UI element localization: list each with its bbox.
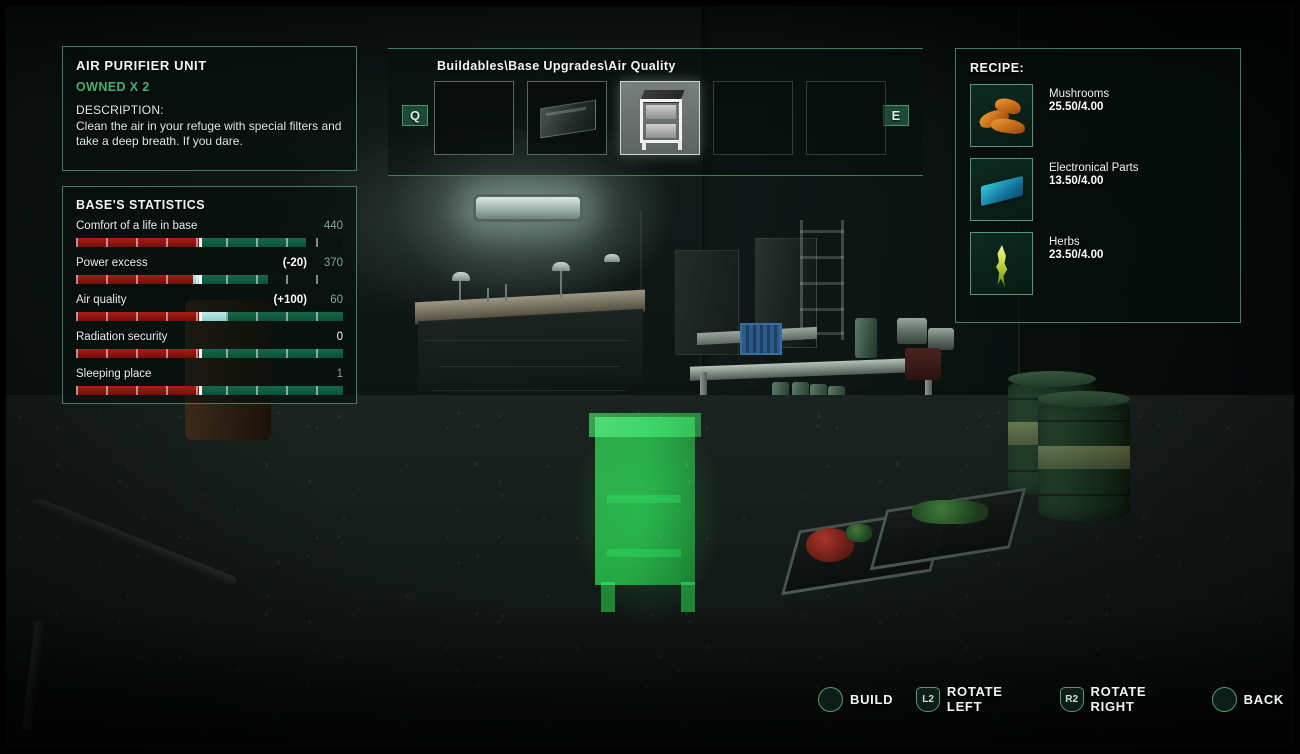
bench-detail — [440, 366, 620, 367]
breadcrumb: Buildables\Base Upgrades\Air Quality — [437, 59, 676, 73]
buildable-slot-1[interactable] — [434, 81, 514, 155]
wall-lamp — [473, 194, 583, 222]
stat-label: Air quality — [76, 294, 127, 306]
prompt-label: ROTATE RIGHT — [1090, 684, 1147, 714]
stat-row: Sleeping place 1 — [76, 368, 343, 395]
statistics-title: BASE'S STATISTICS — [76, 198, 206, 212]
stat-row: Air quality (+100) 60 — [76, 294, 343, 321]
stat-label: Radiation security — [76, 331, 168, 343]
stat-bar — [76, 312, 343, 321]
base-statistics-panel: BASE'S STATISTICS Comfort of a life in b… — [62, 186, 357, 404]
buildables-bar: Buildables\Base Upgrades\Air Quality Q E — [388, 48, 923, 176]
stat-bar — [76, 386, 343, 395]
recipe-title: RECIPE: — [970, 61, 1025, 75]
cooking-pot — [897, 318, 927, 344]
stat-value: 0 — [336, 331, 343, 343]
stat-value: 60 — [330, 294, 343, 306]
stat-row: Comfort of a life in base 440 — [76, 220, 343, 247]
bench-detail — [425, 340, 630, 341]
prompt-rotate-left[interactable]: L2 ROTATE LEFT — [916, 684, 1037, 714]
shoulder-button-icon: L2 — [916, 686, 940, 712]
ingredient-amount: 25.50/4.00 — [1049, 101, 1104, 113]
description-text: Clean the air in your refuge with specia… — [76, 119, 342, 148]
ingredient-name: Electronical Parts — [1049, 162, 1139, 174]
ingredient-list: Mushrooms 25.50/4.00 Electronical Parts 13.… — [970, 84, 1226, 295]
ingredient-name: Mushrooms — [1049, 88, 1110, 100]
desk-lamp — [552, 262, 570, 271]
next-category-key[interactable]: E — [883, 105, 909, 126]
buildable-slot-3[interactable] — [620, 81, 700, 155]
buildable-slot-2[interactable] — [527, 81, 607, 155]
stat-delta: (+100) — [273, 294, 307, 306]
ingredient-name: Herbs — [1049, 236, 1080, 248]
game-screen: AIR PURIFIER UNIT OWNED X 2 DESCRIPTION:… — [0, 0, 1300, 754]
prompt-label: BUILD — [850, 691, 894, 707]
barrel — [1038, 391, 1130, 522]
mushrooms-icon — [970, 84, 1033, 147]
buildable-slot-5[interactable] — [806, 81, 886, 155]
prev-category-key[interactable]: Q — [402, 105, 428, 126]
buildable-slot-4[interactable] — [713, 81, 793, 155]
tool-stand — [505, 284, 507, 302]
stat-value: 370 — [323, 257, 343, 269]
foreground-railing — [0, 500, 260, 730]
blue-crate — [740, 323, 782, 355]
bench-detail — [432, 390, 627, 391]
stat-value: 1 — [336, 368, 343, 380]
stat-row: Radiation security 0 — [76, 331, 343, 358]
desk-lamp-arm — [459, 278, 461, 300]
buildable-slots — [434, 81, 886, 155]
stat-row: Power excess (-20) 370 — [76, 257, 343, 284]
placement-hologram — [571, 403, 725, 623]
red-pot — [905, 348, 941, 380]
stat-label: Sleeping place — [76, 368, 152, 380]
circle-button-icon — [1211, 686, 1237, 712]
stat-bar — [76, 349, 343, 358]
ingredient-row: Electronical Parts 13.50/4.00 — [970, 158, 1226, 221]
recipe-panel: RECIPE: Mushrooms 25.50/4.00 Electronical … — [955, 48, 1241, 323]
prompt-rotate-right[interactable]: R2 ROTATE RIGHT — [1059, 684, 1189, 714]
cooking-pot — [928, 328, 954, 350]
jerry-can — [855, 318, 877, 358]
ladder — [800, 220, 844, 340]
ingredient-amount: 23.50/4.00 — [1049, 249, 1104, 261]
ingredient-row: Herbs 23.50/4.00 — [970, 232, 1226, 295]
stat-delta: (-20) — [282, 257, 307, 269]
stat-label: Comfort of a life in base — [76, 220, 198, 232]
tool-stand — [487, 288, 489, 302]
desk-lamp — [604, 254, 620, 262]
prompt-label: ROTATE LEFT — [946, 684, 1003, 714]
item-owned-count: OWNED X 2 — [76, 80, 150, 94]
ingredient-amount: 13.50/4.00 — [1049, 175, 1104, 187]
desk-lamp-arm — [560, 268, 562, 298]
circle-button-icon — [818, 686, 843, 712]
stat-bar — [76, 238, 343, 247]
prompt-build[interactable]: BUILD — [818, 686, 894, 712]
stat-value: 440 — [323, 220, 343, 232]
prompt-back[interactable]: BACK — [1211, 686, 1284, 712]
stat-label: Power excess — [76, 257, 148, 269]
ingredient-row: Mushrooms 25.50/4.00 — [970, 84, 1226, 147]
electronical-parts-icon — [970, 158, 1033, 221]
generator-icon — [540, 99, 596, 139]
stat-bar — [76, 275, 343, 284]
item-info-panel: AIR PURIFIER UNIT OWNED X 2 DESCRIPTION:… — [62, 46, 357, 171]
item-title: AIR PURIFIER UNIT — [76, 58, 207, 73]
green-plant — [912, 500, 988, 524]
button-prompts: BUILD L2 ROTATE LEFT R2 ROTATE RIGHT BACK — [818, 684, 1300, 714]
desk-lamp — [452, 272, 470, 281]
statistics-list: Comfort of a life in base 440 Power excess… — [76, 220, 343, 395]
shoulder-button-icon: R2 — [1059, 686, 1084, 712]
herbs-icon — [970, 232, 1033, 295]
air-purifier-icon — [638, 90, 686, 150]
green-plant — [846, 524, 872, 542]
prompt-label: BACK — [1243, 691, 1284, 707]
description-label: DESCRIPTION: — [76, 103, 164, 117]
